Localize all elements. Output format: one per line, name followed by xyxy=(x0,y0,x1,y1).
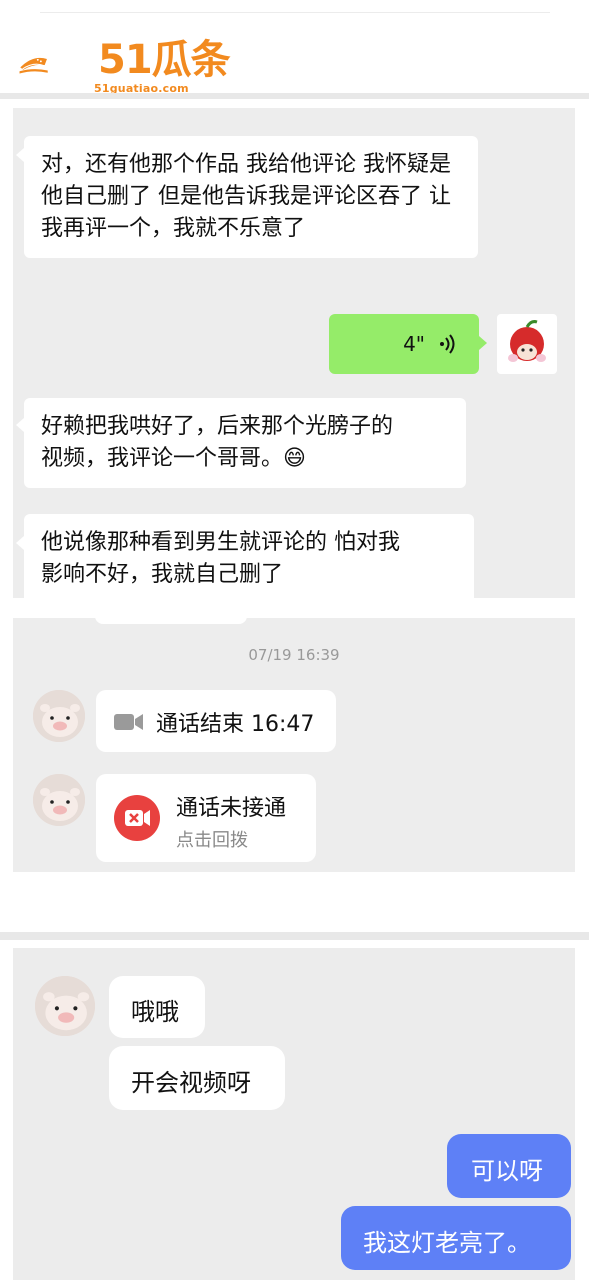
video-call-icon xyxy=(114,714,143,730)
missed-call-card[interactable]: 通话未接通 点击回拨 xyxy=(96,774,316,862)
pig-avatar[interactable] xyxy=(35,976,95,1036)
missed-call-text: 通话未接通 xyxy=(176,796,287,821)
cherry-avatar-icon xyxy=(508,320,546,362)
message-text-line: 影响不好，我就自己删了 xyxy=(41,562,284,587)
pig-avatar-icon xyxy=(33,690,85,742)
bubble-tail xyxy=(16,536,24,550)
call-ended-card[interactable]: 通话结束 16:47 xyxy=(96,690,336,752)
message-text-line: 视频，我评论一个哥哥。 xyxy=(41,446,284,471)
pig-avatar-icon xyxy=(33,774,85,826)
message-bubble[interactable]: 对，还有他那个作品 我给他评论 我怀疑是他自己删了 但是他告诉我是评论区吞了 让… xyxy=(24,136,478,258)
call-record-panel: 07/19 16:39 通话结束 16:47 通话未接通 点击回拨 xyxy=(13,614,575,872)
sent-message-bubble[interactable]: 可以呀 xyxy=(447,1134,571,1198)
grin-emoji-icon: 😄 xyxy=(283,446,306,471)
message-text-line: 好赖把我哄好了，后来那个光膀子的 xyxy=(41,414,394,439)
timestamp: 07/19 16:39 xyxy=(248,646,340,664)
wechat-chat-panel: 对，还有他那个作品 我给他评论 我怀疑是他自己删了 但是他告诉我是评论区吞了 让… xyxy=(13,108,575,598)
message-text: 我这灯老亮了。 xyxy=(363,1229,531,1257)
message-text: 可以呀 xyxy=(471,1157,543,1185)
section-divider xyxy=(0,932,589,940)
pig-avatar-icon xyxy=(35,976,95,1036)
bubble-tail xyxy=(479,336,487,350)
logo-wordmark: 51瓜条 xyxy=(98,37,231,83)
qq-chat-panel: 哦哦 开会视频呀 可以呀 我这灯老亮了。 xyxy=(13,948,575,1280)
call-ended-text: 通话结束 16:47 xyxy=(156,712,315,737)
pig-avatar[interactable] xyxy=(33,774,85,826)
message-text: 对，还有他那个作品 我给他评论 我怀疑是他自己删了 但是他告诉我是评论区吞了 让… xyxy=(41,152,451,241)
message-text: 开会视频呀 xyxy=(131,1069,251,1097)
watermelon-logo-icon xyxy=(19,57,48,74)
message-bubble[interactable]: 他说像那种看到男生就评论的 怕对我 影响不好，我就自己删了 xyxy=(24,514,474,598)
message-bubble[interactable]: 哦哦 xyxy=(109,976,205,1038)
voice-wave-icon xyxy=(440,334,455,354)
message-text-line: 他说像那种看到男生就评论的 怕对我 xyxy=(41,530,400,555)
top-divider xyxy=(40,12,550,13)
missed-video-call-icon xyxy=(114,795,160,841)
call-back-link[interactable]: 点击回拨 xyxy=(176,826,248,852)
voice-duration: 4" xyxy=(403,332,425,356)
partial-bubble xyxy=(95,614,247,624)
message-text: 哦哦 xyxy=(131,998,179,1026)
message-bubble[interactable]: 开会视频呀 xyxy=(109,1046,285,1110)
sent-message-bubble[interactable]: 我这灯老亮了。 xyxy=(341,1206,571,1270)
section-divider xyxy=(0,93,589,99)
user-avatar[interactable] xyxy=(497,314,557,374)
bubble-tail xyxy=(16,148,24,162)
pig-avatar[interactable] xyxy=(33,690,85,742)
voice-message-bubble[interactable]: 4" xyxy=(329,314,479,374)
bubble-tail xyxy=(16,418,24,432)
message-bubble[interactable]: 好赖把我哄好了，后来那个光膀子的 视频，我评论一个哥哥。😄 xyxy=(24,398,466,488)
